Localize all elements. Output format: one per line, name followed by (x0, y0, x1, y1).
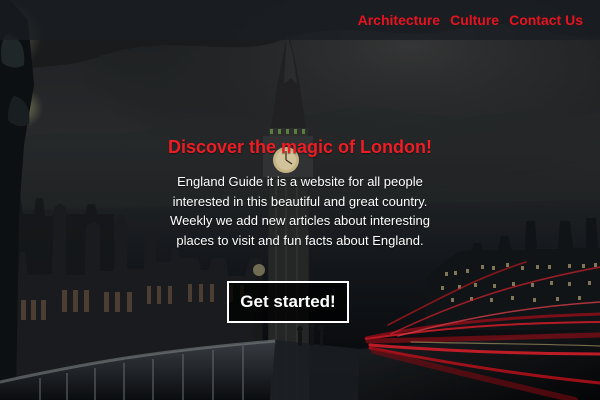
hero-headline: Discover the magic of London! (167, 137, 433, 157)
nav-link-culture[interactable]: Culture (450, 13, 499, 27)
top-navigation: Architecture Culture Contact Us (0, 0, 600, 40)
hero-description: England Guide it is a website for all pe… (150, 172, 450, 250)
hero-description-line: England Guide it is a website for all pe… (177, 174, 423, 189)
hero-content: Discover the magic of London! England Gu… (0, 135, 600, 250)
hero-section: Architecture Culture Contact Us Discover… (0, 0, 600, 400)
get-started-button[interactable]: Get started! (227, 281, 349, 323)
nav-link-architecture[interactable]: Architecture (358, 13, 440, 27)
hero-description-line: places to visit and fun facts about Engl… (176, 232, 424, 248)
hero-description-line: interested in this beautiful and great c… (172, 193, 428, 209)
hero-description-line: Weekly we add new articles about interes… (170, 213, 430, 228)
nav-link-contact-us[interactable]: Contact Us (509, 13, 583, 27)
